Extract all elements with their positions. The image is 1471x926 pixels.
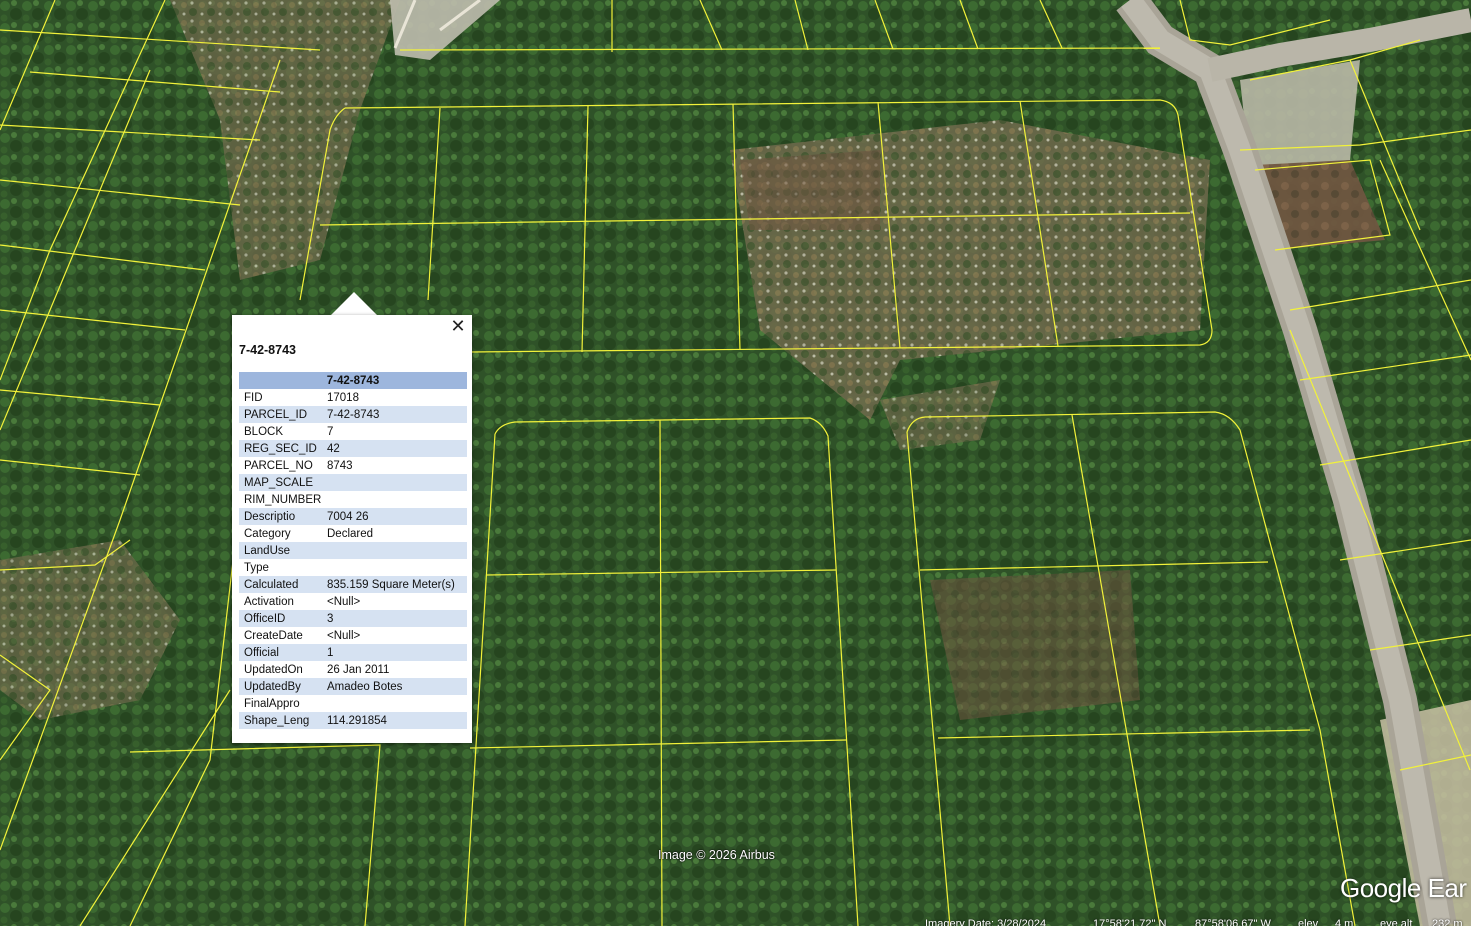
attribute-value: [322, 491, 467, 508]
attribute-row: Shape_Leng 114.291854: [239, 712, 467, 729]
status-bar: Imagery Date: 3/28/2024 17°58'21.72" N 8…: [0, 916, 1471, 926]
attribute-value: 26 Jan 2011: [327, 663, 390, 676]
attribute-key: Descriptio: [239, 508, 322, 525]
attribute-row: Activation <Null>: [239, 593, 467, 610]
close-icon[interactable]: ✕: [450, 318, 466, 336]
eye-alt-label: eye alt: [1380, 918, 1413, 926]
attribute-row: FID 17018: [239, 389, 467, 406]
attribute-key: Activation: [244, 595, 294, 608]
attribute-key: BLOCK: [244, 425, 283, 438]
attribute-value: 7004 26: [322, 508, 467, 525]
attribute-key: REG_SEC_ID: [239, 440, 322, 457]
popup-title: 7-42-8743: [239, 343, 296, 357]
attribute-key: RIM_NUMBER: [244, 493, 322, 506]
attribute-row: Calculated 835.159 Square Meter(s): [239, 576, 467, 593]
attribute-key: Type: [244, 561, 269, 574]
elevation-value: 4 m: [1335, 918, 1354, 926]
imagery-credit: Image © 2026 Airbus: [658, 848, 775, 862]
attribute-value: [322, 559, 467, 576]
elevation-label: elev: [1298, 918, 1319, 926]
attribute-row: PARCEL_ID 7-42-8743: [239, 406, 467, 423]
attribute-value: <Null>: [327, 595, 361, 608]
attribute-row: LandUse: [239, 542, 467, 559]
attribute-row: RIM_NUMBER: [239, 491, 467, 508]
attribute-key: OfficeID: [239, 610, 322, 627]
satellite-map[interactable]: [0, 0, 1471, 926]
attribute-row: MAP_SCALE: [239, 474, 467, 491]
parcel-info-popup: ✕ 7-42-8743 7-42-8743 FID 17018 PARCEL_ID 7…: [232, 315, 472, 743]
attribute-key: Shape_Leng: [239, 712, 322, 729]
brown-patch: [930, 570, 1140, 720]
attribute-value: 3: [322, 610, 467, 627]
attribute-key: MAP_SCALE: [239, 474, 322, 491]
attribute-value: [322, 474, 467, 491]
attribute-value: <Null>: [327, 629, 361, 642]
attribute-key: PARCEL_NO: [244, 459, 313, 472]
attribute-value: [322, 542, 467, 559]
attribute-row: BLOCK 7: [239, 423, 467, 440]
attribute-key: CreateDate: [244, 629, 303, 642]
popup-pointer: [330, 292, 378, 316]
attribute-key: FinalAppro: [244, 697, 300, 710]
attribute-table: 7-42-8743 FID 17018 PARCEL_ID 7-42-8743 BLOC…: [239, 372, 467, 729]
attribute-row: CreateDate <Null>: [239, 627, 467, 644]
attribute-value: 114.291854: [322, 712, 467, 729]
imagery-date: Imagery Date: 3/28/2024: [925, 918, 1047, 926]
attribute-row: Official 1: [239, 644, 467, 661]
attribute-value: 1: [322, 644, 467, 661]
attribute-row: Descriptio 7004 26: [239, 508, 467, 525]
attribute-table-header: 7-42-8743: [239, 372, 467, 389]
attribute-value: 17018: [327, 391, 359, 404]
attribute-row: Type: [239, 559, 467, 576]
attribute-value: 7: [327, 425, 334, 438]
attribute-row: OfficeID 3: [239, 610, 467, 627]
attribute-key: Calculated: [239, 576, 322, 593]
latitude: 17°58'21.72" N: [1093, 918, 1167, 926]
attribute-value: Declared: [327, 527, 374, 540]
attribute-value: 8743: [327, 459, 353, 472]
attribute-row: UpdatedBy Amadeo Botes: [239, 678, 467, 695]
attribute-key: PARCEL_ID: [239, 406, 322, 423]
attribute-row: FinalAppro: [239, 695, 467, 712]
attribute-key: UpdatedOn: [244, 663, 303, 676]
attribute-value: Amadeo Botes: [322, 678, 467, 695]
google-earth-logo: Google Ear: [1340, 873, 1467, 903]
attribute-value: 42: [322, 440, 467, 457]
attribute-key: UpdatedBy: [239, 678, 322, 695]
attribute-key: LandUse: [239, 542, 322, 559]
attribute-value: [322, 695, 467, 712]
attribute-value: 7-42-8743: [322, 406, 467, 423]
attribute-value: 835.159 Square Meter(s): [322, 576, 467, 593]
attribute-key: Category: [244, 527, 291, 540]
attribute-key: Official: [239, 644, 322, 661]
attribute-key: FID: [244, 391, 263, 404]
eye-alt-value: 232 m: [1432, 918, 1463, 926]
longitude: 87°58'06.67" W: [1195, 918, 1271, 926]
attribute-row: UpdatedOn 26 Jan 2011: [239, 661, 467, 678]
attribute-row: Category Declared: [239, 525, 467, 542]
attribute-row: PARCEL_NO 8743: [239, 457, 467, 474]
attribute-row: REG_SEC_ID 42: [239, 440, 467, 457]
